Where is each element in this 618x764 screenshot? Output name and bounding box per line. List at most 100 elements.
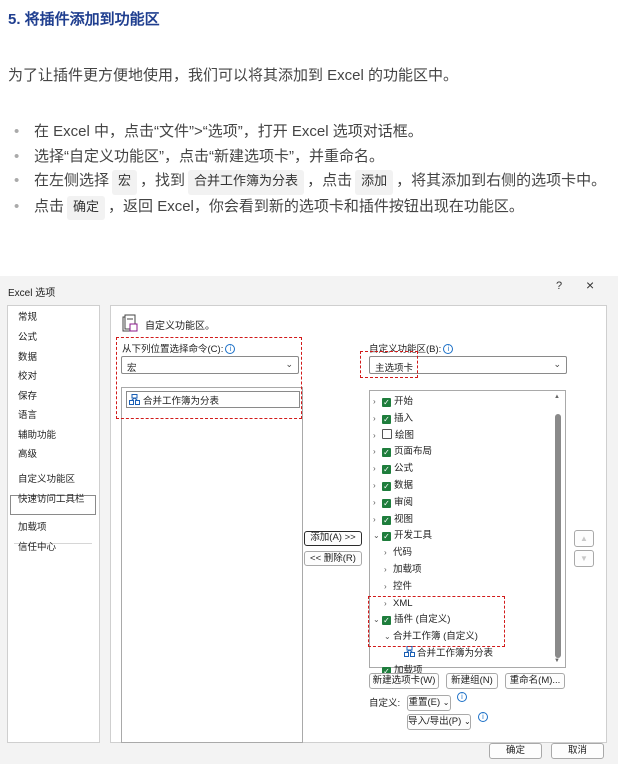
- info-icon[interactable]: i: [478, 712, 488, 722]
- tree-item-label: 绘图: [395, 429, 415, 441]
- list-item: 在左侧选择宏，找到合并工作簿为分表，点击添加，将其添加到右侧的选项卡中。: [14, 169, 614, 195]
- checkbox[interactable]: ✓: [382, 482, 391, 491]
- tree-item[interactable]: › ✓ 公式: [373, 461, 413, 476]
- ok-button[interactable]: 确定: [489, 743, 542, 759]
- tree-item[interactable]: › 绘图: [373, 428, 414, 443]
- inline-code: 合并工作簿为分表: [188, 170, 305, 195]
- chevron-right-icon[interactable]: ›: [373, 461, 382, 476]
- chevron-right-icon[interactable]: ›: [373, 411, 382, 426]
- new-group-button[interactable]: 新建组(N): [446, 673, 498, 689]
- nav-item[interactable]: 快速访问工具栏: [18, 491, 85, 505]
- nav-item[interactable]: 辅助功能: [18, 427, 56, 441]
- tree-item-label: 合并工作簿为分表: [417, 648, 494, 659]
- chevron-right-icon[interactable]: ›: [373, 512, 382, 527]
- nav-item[interactable]: 加载项: [18, 519, 47, 533]
- tree-item[interactable]: › 加载项: [384, 562, 422, 577]
- tree-item[interactable]: › ✓ 开始: [373, 394, 413, 409]
- move-down-button[interactable]: ▼: [574, 550, 594, 567]
- nav-item[interactable]: 高级: [18, 446, 37, 460]
- tree-item[interactable]: 合并工作簿为分表: [395, 646, 493, 661]
- nav-item[interactable]: 信任中心: [18, 539, 56, 553]
- instruction-list: 在 Excel 中，点击“文件”>“选项”，打开 Excel 选项对话框。选择“…: [14, 120, 614, 220]
- nav-item[interactable]: 数据: [18, 349, 37, 363]
- tree-item-label: 公式: [394, 463, 414, 475]
- chevron-right-icon[interactable]: ›: [384, 579, 393, 594]
- chevron-right-icon[interactable]: ›: [384, 562, 393, 577]
- add-button[interactable]: 添加(A) >>: [304, 531, 362, 546]
- checkbox[interactable]: ✓: [382, 414, 391, 424]
- nav-item[interactable]: 常规: [18, 309, 37, 323]
- tree-item[interactable]: › 代码: [384, 545, 412, 560]
- customize-text: 自定义:: [369, 698, 401, 709]
- chevron-right-icon[interactable]: ›: [373, 428, 382, 443]
- list-item: 在 Excel 中，点击“文件”>“选项”，打开 Excel 选项对话框。: [14, 120, 614, 145]
- checkbox[interactable]: ✓: [382, 532, 391, 542]
- panel-title: 自定义功能区。: [145, 321, 215, 332]
- bullet-text: 在 Excel 中，点击“文件”>“选项”，打开 Excel 选项对话框。: [34, 123, 423, 140]
- checkbox[interactable]: ✓: [382, 465, 391, 475]
- checkbox[interactable]: ✓: [382, 515, 391, 525]
- tree-scrollbar[interactable]: [555, 414, 561, 658]
- checkbox[interactable]: ✓: [382, 398, 391, 407]
- section-title: 5. 将插件添加到功能区: [8, 11, 160, 28]
- nav-item[interactable]: 校对: [18, 368, 37, 382]
- rename-button[interactable]: 重命名(M)...: [505, 673, 565, 689]
- info-icon[interactable]: i: [443, 344, 454, 354]
- tree-item-label: 开发工具: [394, 530, 433, 542]
- bullet-text: ，找到: [140, 172, 186, 189]
- dialog-title: Excel 选项: [8, 288, 56, 299]
- import-export-button-label: 导入/导出(P): [408, 716, 462, 727]
- chevron-right-icon[interactable]: ›: [373, 394, 382, 409]
- chevron-down-icon[interactable]: ⌄: [373, 528, 382, 543]
- chevron-right-icon[interactable]: ›: [373, 495, 382, 510]
- nav-item[interactable]: 保存: [18, 388, 37, 402]
- bullet-text: 点击: [34, 197, 65, 215]
- help-button[interactable]: ?: [556, 280, 562, 292]
- tree-item[interactable]: › 控件: [384, 579, 412, 594]
- bullet-text: ，将其添加到右侧的选项卡中。: [396, 172, 607, 189]
- tree-item[interactable]: › ✓ 视图: [373, 512, 413, 527]
- tree-item[interactable]: › ✓ 数据: [373, 478, 413, 493]
- tree-item[interactable]: › ✓ 页面布局: [373, 444, 432, 459]
- tree-item-label: 数据: [394, 480, 414, 491]
- scroll-down-icon[interactable]: ▼: [554, 658, 560, 664]
- tree-item-label: 控件: [393, 580, 413, 592]
- nav-item[interactable]: 语言: [18, 407, 37, 421]
- nav-item[interactable]: 公式: [18, 329, 37, 343]
- reset-button-label: 重置(E): [408, 697, 441, 708]
- import-export-button[interactable]: 导入/导出(P) ⌄: [407, 714, 471, 730]
- tree-item[interactable]: › ✓ 插入: [373, 411, 413, 426]
- highlight-box-plugin: [368, 596, 505, 647]
- cancel-button[interactable]: 取消: [551, 743, 604, 759]
- bullet-text: ，返回 Excel，你会看到新的选项卡和插件按钮出现在功能区。: [108, 197, 524, 215]
- tree-item-label: 审阅: [394, 496, 414, 508]
- tree-item-label: 视图: [394, 513, 414, 525]
- checkbox[interactable]: ✓: [382, 448, 391, 458]
- new-tab-button[interactable]: 新建选项卡(W): [369, 673, 439, 689]
- scroll-up-icon[interactable]: ▲: [554, 394, 560, 400]
- tree-item-label: 代码: [393, 547, 413, 559]
- bullet-text: 选择“自定义功能区”，点击“新建选项卡”，并重命名。: [34, 147, 384, 165]
- chevron-right-icon[interactable]: ›: [373, 444, 382, 459]
- info-icon[interactable]: i: [457, 692, 467, 702]
- checkbox[interactable]: [382, 428, 392, 439]
- intro-paragraph: 为了让插件更方便地使用，我们可以将其添加到 Excel 的功能区中。: [8, 67, 459, 84]
- bullet-text: ，点击: [307, 172, 353, 189]
- commands-list[interactable]: 合并工作簿为分表: [121, 387, 303, 743]
- tree-item[interactable]: ⌄ ✓ 开发工具: [373, 528, 432, 543]
- close-button[interactable]: ×: [586, 277, 594, 293]
- tree-item-label: 开始: [394, 396, 414, 407]
- chevron-right-icon[interactable]: ›: [373, 478, 382, 493]
- chevron-down-icon: ⌄: [463, 717, 471, 726]
- nav-item[interactable]: 自定义功能区: [18, 471, 75, 485]
- tree-item[interactable]: › ✓ 审阅: [373, 495, 413, 510]
- reset-button[interactable]: 重置(E) ⌄: [407, 695, 451, 711]
- move-up-button[interactable]: ▲: [574, 530, 594, 547]
- chevron-right-icon[interactable]: ›: [384, 545, 393, 560]
- remove-button[interactable]: << 删除(R): [304, 551, 362, 566]
- inline-code: 确定: [67, 195, 106, 220]
- macro-icon: [404, 646, 415, 657]
- highlight-box-tab: [360, 351, 418, 378]
- options-nav: 常规公式数据校对保存语言辅助功能高级自定义功能区 快速访问工具栏 加载项信任中心: [7, 305, 100, 743]
- checkbox[interactable]: ✓: [382, 498, 391, 508]
